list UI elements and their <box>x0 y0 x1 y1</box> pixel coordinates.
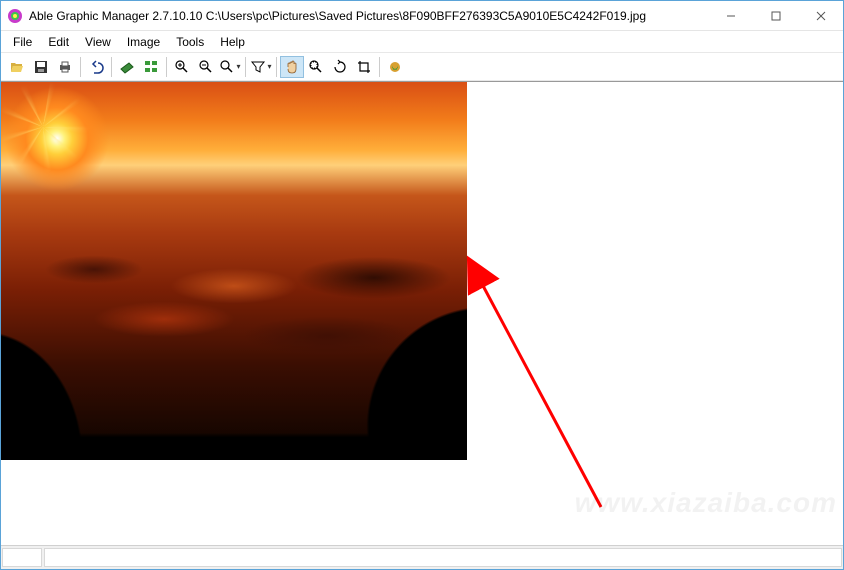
zoom-fit-icon[interactable]: ▾ <box>218 56 242 78</box>
displayed-image <box>1 82 467 460</box>
toolbar: ▾ ▾ <box>1 53 843 81</box>
zoom-in-icon[interactable] <box>170 56 194 78</box>
scanner-icon[interactable] <box>115 56 139 78</box>
menu-edit[interactable]: Edit <box>40 33 77 51</box>
open-icon[interactable] <box>5 56 29 78</box>
minimize-button[interactable] <box>708 1 753 31</box>
window-title: Able Graphic Manager 2.7.10.10 C:\Users\… <box>29 9 708 23</box>
menu-view[interactable]: View <box>77 33 119 51</box>
zoom-lasso-icon[interactable] <box>304 56 328 78</box>
undo-icon[interactable] <box>84 56 108 78</box>
maximize-button[interactable] <box>753 1 798 31</box>
menu-tools[interactable]: Tools <box>168 33 212 51</box>
rotate-icon[interactable] <box>328 56 352 78</box>
zoom-out-icon[interactable] <box>194 56 218 78</box>
toolbar-separator <box>379 57 380 77</box>
menu-image[interactable]: Image <box>119 33 168 51</box>
image-canvas-area[interactable]: www.xiazaiba.com <box>1 81 843 545</box>
menu-help[interactable]: Help <box>212 33 253 51</box>
save-icon[interactable] <box>29 56 53 78</box>
toolbar-separator <box>111 57 112 77</box>
app-icon <box>7 8 23 24</box>
close-button[interactable] <box>798 1 843 31</box>
hand-pan-icon[interactable] <box>280 56 304 78</box>
toolbar-separator <box>245 57 246 77</box>
chevron-down-icon: ▾ <box>267 62 271 71</box>
batch-process-icon[interactable] <box>383 56 407 78</box>
toolbar-separator <box>166 57 167 77</box>
menubar: File Edit View Image Tools Help <box>1 31 843 53</box>
menu-file[interactable]: File <box>5 33 40 51</box>
chevron-down-icon: ▾ <box>236 62 240 71</box>
titlebar: Able Graphic Manager 2.7.10.10 C:\Users\… <box>1 1 843 31</box>
toolbar-separator <box>80 57 81 77</box>
folder-tree-icon[interactable] <box>139 56 163 78</box>
window-controls <box>708 1 843 30</box>
image-view[interactable] <box>1 82 467 460</box>
statusbar <box>1 545 843 569</box>
filter-icon[interactable]: ▾ <box>249 56 273 78</box>
crop-icon[interactable] <box>352 56 376 78</box>
toolbar-separator <box>276 57 277 77</box>
status-cell <box>44 548 842 567</box>
status-cell <box>2 548 42 567</box>
watermark: www.xiazaiba.com <box>575 487 837 519</box>
print-icon[interactable] <box>53 56 77 78</box>
